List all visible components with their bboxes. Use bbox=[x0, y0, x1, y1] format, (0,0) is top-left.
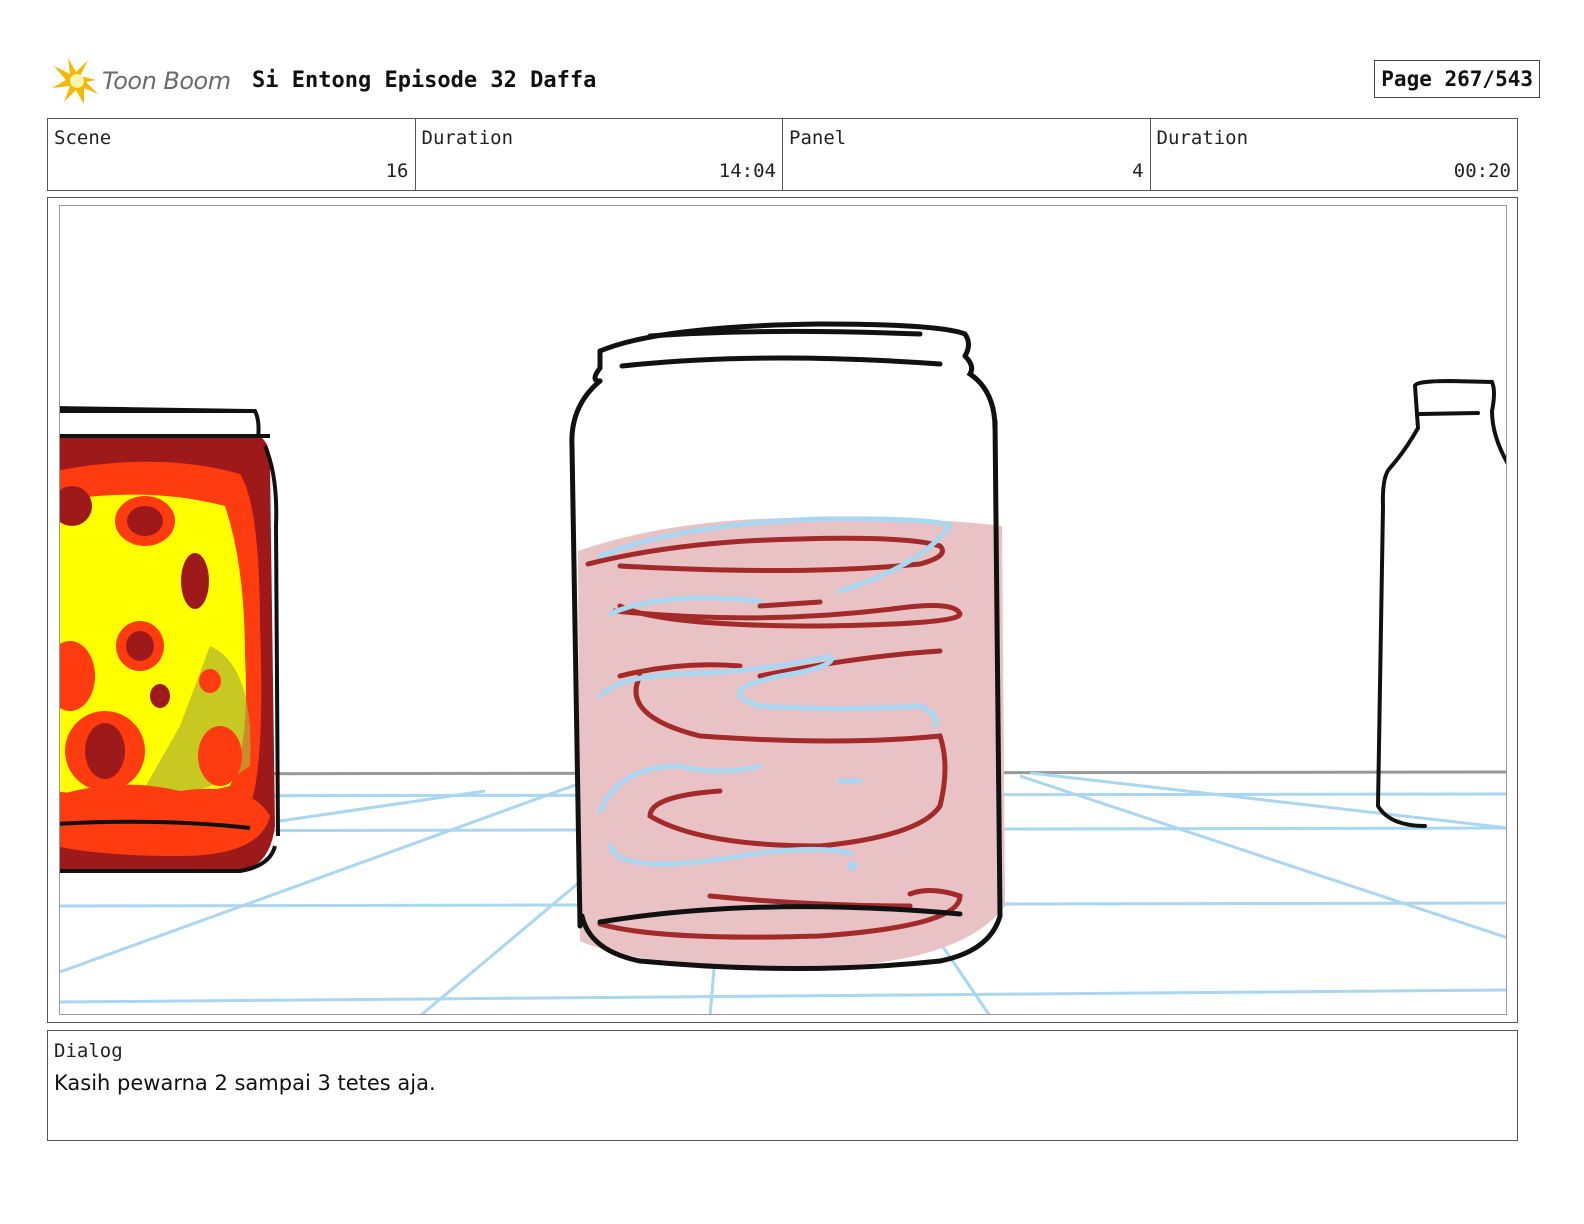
scene-cell: Scene 16 bbox=[48, 119, 416, 190]
right-bottle bbox=[1375, 378, 1506, 828]
storyboard-title: Si Entong Episode 32 Daffa bbox=[252, 68, 597, 93]
panel-cell: Panel 4 bbox=[783, 119, 1151, 190]
starburst-icon bbox=[52, 58, 98, 104]
dialog-box: Dialog Kasih pewarna 2 sampai 3 tetes aj… bbox=[47, 1030, 1518, 1141]
scene-duration-label: Duration bbox=[421, 127, 514, 149]
panel-duration-cell: Duration 00:20 bbox=[1151, 119, 1518, 190]
panel-duration-value: 00:20 bbox=[1453, 160, 1511, 182]
panel-duration-label: Duration bbox=[1156, 127, 1249, 149]
page-number: Page 267/543 bbox=[1374, 60, 1540, 98]
panel-drawing-area bbox=[59, 205, 1507, 1015]
scene-duration-cell: Duration 14:04 bbox=[416, 119, 783, 190]
toon-boom-logo: Toon Boom bbox=[50, 56, 231, 106]
scene-label: Scene bbox=[54, 127, 112, 149]
panel-label: Panel bbox=[789, 127, 847, 149]
scene-duration-value: 14:04 bbox=[718, 160, 776, 182]
dialog-text: Kasih pewarna 2 sampai 3 tetes aja. bbox=[54, 1071, 436, 1095]
scene-value: 16 bbox=[385, 160, 409, 182]
left-jar bbox=[60, 406, 280, 873]
scene-info-table: Scene 16 Duration 14:04 Panel 4 Duration… bbox=[47, 118, 1518, 191]
logo-text: Toon Boom bbox=[102, 67, 231, 95]
panel-value: 4 bbox=[1132, 160, 1144, 182]
page-header: Toon Boom Si Entong Episode 32 Daffa Pag… bbox=[50, 56, 1540, 106]
center-jar bbox=[569, 321, 1005, 971]
panel-frame bbox=[47, 197, 1518, 1023]
storyboard-sketch bbox=[60, 321, 1506, 1014]
dialog-label: Dialog bbox=[54, 1040, 123, 1062]
